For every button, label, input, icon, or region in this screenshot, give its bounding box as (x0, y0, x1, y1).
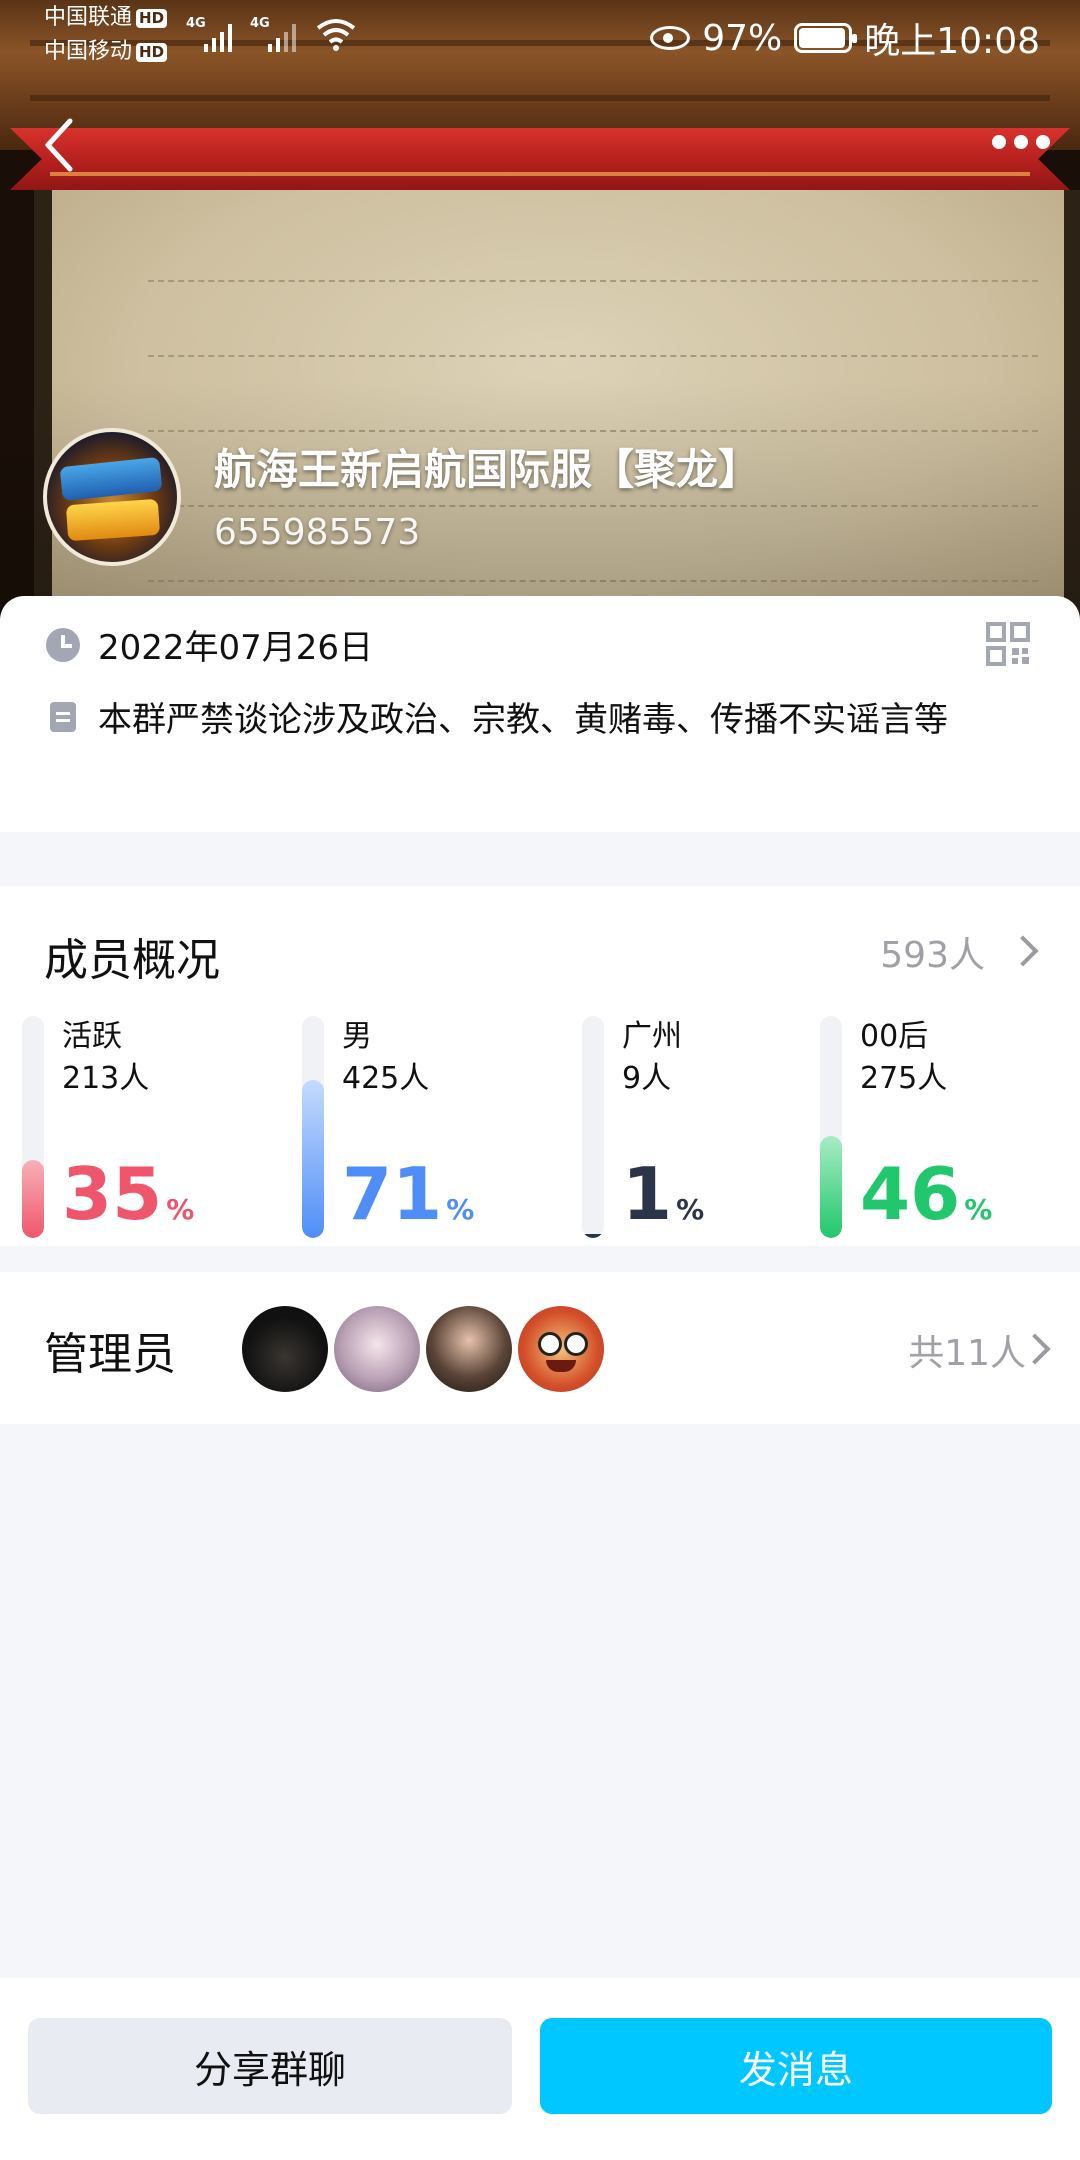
signal-icon: 4G (250, 16, 306, 52)
avatar[interactable] (242, 1306, 328, 1392)
qr-code-icon[interactable] (986, 622, 1030, 666)
notice-row[interactable]: 本群严禁谈论涉及政治、宗教、黄赌毒、传播不实谣言等 (46, 694, 1036, 746)
more-menu-icon[interactable] (992, 130, 1056, 154)
created-date: 2022年07月26日 (98, 628, 374, 668)
battery-percent: 97% (702, 17, 783, 59)
avatar[interactable] (426, 1306, 512, 1392)
wifi-icon (316, 19, 356, 51)
carrier-1: 中国联通 HD (44, 6, 168, 30)
eye-icon (650, 26, 691, 50)
created-date-row: 2022年07月26日 (46, 622, 373, 674)
stat-percent: 71% (342, 1152, 475, 1236)
stat-active: 活跃 213人 35% (22, 1016, 282, 1246)
stat-percent: 1% (622, 1152, 705, 1236)
clock-icon (46, 628, 80, 662)
carrier-2: 中国移动 HD (44, 40, 168, 64)
admin-title: 管理员 (44, 1329, 176, 1380)
document-icon (50, 702, 76, 732)
battery-icon (794, 23, 858, 53)
stat-percent: 46% (860, 1152, 993, 1236)
stat-region: 广州 9人 1% (582, 1016, 842, 1246)
admin-count: 共11人 (908, 1333, 1026, 1374)
avatar[interactable] (518, 1306, 604, 1392)
send-message-button[interactable]: 发消息 (540, 2018, 1052, 2114)
group-avatar[interactable] (43, 428, 181, 566)
red-ribbon (10, 128, 1070, 190)
clock-time: 晚上10:08 (864, 21, 1040, 62)
stat-age: 00后 275人 46% (820, 1016, 1080, 1246)
share-group-button[interactable]: 分享群聊 (28, 2018, 512, 2114)
group-notice: 本群严禁谈论涉及政治、宗教、黄赌毒、传播不实谣言等 (98, 700, 948, 740)
member-count: 593人 (880, 935, 985, 976)
member-overview[interactable]: 成员概况 593人 活跃 213人 35% 男 425人 71% 广州 9人 1% 0… (0, 886, 1080, 1246)
group-id: 655985573 (214, 512, 421, 553)
group-info-card: 2022年07月26日 本群严禁谈论涉及政治、宗教、黄赌毒、传播不实谣言等 (0, 596, 1080, 832)
stat-percent: 35% (62, 1152, 195, 1236)
member-overview-title: 成员概况 (44, 935, 220, 986)
status-bar: 中国联通 HD 中国移动 HD 4G 4G 97% 晚上10:08 (0, 0, 1080, 70)
admin-list[interactable]: 管理员 共11人 (0, 1272, 1080, 1424)
stat-male: 男 425人 71% (302, 1016, 562, 1246)
group-name: 航海王新启航国际服【聚龙】 (214, 445, 761, 494)
bottom-action-bar: 分享群聊 发消息 (0, 1978, 1080, 2160)
signal-icon: 4G (186, 16, 242, 52)
avatar[interactable] (334, 1306, 420, 1392)
back-arrow-icon[interactable] (40, 115, 80, 175)
chevron-right-icon (1007, 935, 1039, 967)
